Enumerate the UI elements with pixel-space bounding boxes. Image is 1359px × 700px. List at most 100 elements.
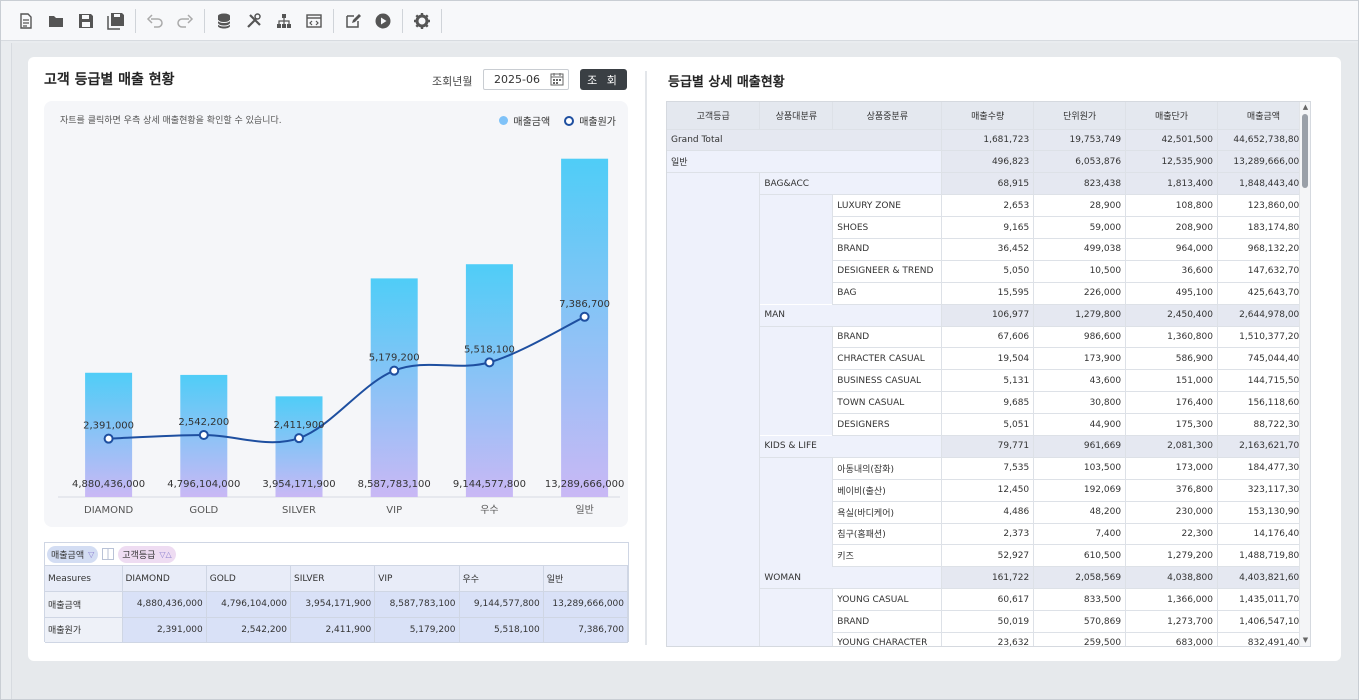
table-row[interactable]: 키즈 52,927 610,500 1,279,200 1,488,719,800 [667, 544, 1310, 568]
database-icon[interactable] [211, 8, 237, 34]
value-cell[interactable]: 4,038,800 [1125, 566, 1218, 590]
label-cell[interactable]: 욕실(바디케어) [832, 501, 943, 524]
label-cell[interactable]: 아동내의(잡화) [832, 457, 943, 480]
value-cell[interactable]: 2,373 [941, 523, 1035, 546]
line-point[interactable] [294, 433, 304, 444]
value-cell[interactable]: 183,174,800 [1217, 216, 1310, 239]
value-cell[interactable]: 106,977 [941, 304, 1035, 327]
value-cell[interactable]: 1,279,200 [1125, 544, 1218, 568]
detail-col-header[interactable]: 상품대분류 [759, 102, 834, 130]
value-cell[interactable]: 1,366,000 [1125, 588, 1218, 612]
value-cell[interactable]: 103,500 [1033, 457, 1127, 480]
pivot-col-header[interactable]: 일반 [543, 566, 629, 592]
value-cell[interactable]: 59,000 [1033, 216, 1127, 239]
value-cell[interactable]: 161,722 [941, 566, 1035, 590]
label-cell[interactable]: KIDS & LIFE [759, 435, 943, 458]
value-cell[interactable]: 961,669 [1033, 435, 1127, 458]
table-row[interactable]: 일반 496,823 6,053,876 12,535,900 13,289,666,0… [667, 150, 1310, 174]
value-cell[interactable]: 1,813,400 [1125, 172, 1218, 196]
value-cell[interactable]: 5,051 [941, 413, 1035, 436]
value-cell[interactable]: 495,100 [1125, 282, 1218, 305]
value-cell[interactable]: 1,360,800 [1125, 326, 1218, 349]
value-cell[interactable]: 2,058,569 [1033, 566, 1127, 590]
value-cell[interactable]: 12,535,900 [1125, 150, 1218, 174]
gear-icon[interactable] [409, 8, 435, 34]
value-cell[interactable]: 208,900 [1125, 216, 1218, 239]
value-cell[interactable]: 610,500 [1033, 544, 1127, 568]
pivot-cell[interactable]: 5,518,100 [459, 617, 544, 643]
value-cell[interactable]: 833,500 [1033, 588, 1127, 612]
table-row[interactable]: Grand Total 1,681,723 19,753,749 42,501,500… [667, 129, 1310, 152]
value-cell[interactable]: 156,118,600 [1217, 391, 1310, 415]
value-cell[interactable]: 2,653 [941, 194, 1035, 218]
value-cell[interactable]: 425,643,700 [1217, 282, 1310, 305]
detail-col-header[interactable]: 매출단가 [1125, 102, 1218, 130]
value-cell[interactable]: 1,488,719,800 [1217, 544, 1310, 568]
pivot-cell[interactable]: 5,179,200 [374, 617, 460, 643]
table-row[interactable]: BRAND 67,606 986,600 1,360,800 1,510,377,200 [667, 326, 1310, 349]
scroll-down-icon[interactable]: ▼ [1301, 636, 1310, 645]
value-cell[interactable]: 13,289,666,000 [1217, 150, 1310, 174]
edit-icon[interactable] [340, 8, 366, 34]
label-cell[interactable]: 키즈 [832, 544, 943, 568]
label-cell[interactable]: WOMAN [759, 566, 943, 590]
value-cell[interactable]: 175,300 [1125, 413, 1218, 436]
value-cell[interactable]: 30,800 [1033, 391, 1127, 415]
value-cell[interactable]: 4,403,821,600 [1217, 566, 1310, 590]
line-point[interactable] [389, 365, 400, 376]
value-cell[interactable]: 376,800 [1125, 479, 1218, 502]
label-cell[interactable]: BRAND [832, 326, 943, 349]
vertical-scrollbar[interactable]: ▲ ▼ [1299, 102, 1310, 646]
value-cell[interactable]: 42,501,500 [1125, 129, 1218, 152]
pivot-cell[interactable]: 2,542,200 [206, 617, 292, 643]
search-button[interactable]: 조 회 [580, 69, 627, 90]
value-cell[interactable]: 173,000 [1125, 457, 1218, 480]
value-cell[interactable]: 1,406,547,100 [1217, 610, 1310, 633]
detail-col-header[interactable]: 매출금액 [1217, 102, 1310, 130]
value-cell[interactable]: 44,900 [1033, 413, 1127, 436]
pivot-cell[interactable]: 13,289,666,000 [543, 591, 629, 618]
pivot-cell[interactable]: 2,391,000 [122, 617, 207, 643]
detail-col-header[interactable]: 상품중분류 [832, 102, 943, 130]
play-icon[interactable] [370, 8, 396, 34]
new-file-icon[interactable] [13, 8, 39, 34]
value-cell[interactable]: 151,000 [1125, 369, 1218, 393]
value-cell[interactable]: 14,176,400 [1217, 523, 1310, 546]
value-cell[interactable]: 6,053,876 [1033, 150, 1127, 174]
label-cell[interactable]: TOWN CASUAL [832, 391, 943, 415]
table-row[interactable]: CHRACTER CASUAL 19,504 173,900 586,900 745,0… [667, 347, 1310, 371]
value-cell[interactable]: 10,500 [1033, 260, 1127, 283]
value-cell[interactable]: 496,823 [941, 150, 1035, 174]
value-cell[interactable]: 9,685 [941, 391, 1035, 415]
value-cell[interactable]: 60,617 [941, 588, 1035, 612]
label-cell[interactable]: DESIGNERS [832, 413, 943, 436]
pivot-col-header[interactable]: DIAMOND [122, 566, 207, 592]
value-cell[interactable]: 7,400 [1033, 523, 1127, 546]
value-cell[interactable]: 19,504 [941, 347, 1035, 371]
pivot-col-header[interactable]: VIP [374, 566, 460, 592]
value-cell[interactable]: 1,435,011,700 [1217, 588, 1310, 612]
pivot-cell[interactable]: 4,796,104,000 [206, 591, 292, 618]
value-cell[interactable]: 964,000 [1125, 238, 1218, 261]
table-row[interactable]: MAN 106,977 1,279,800 2,450,400 2,644,978,00… [667, 304, 1310, 327]
value-cell[interactable]: 52,927 [941, 544, 1035, 568]
value-cell[interactable]: 28,900 [1033, 194, 1127, 218]
value-cell[interactable]: 968,132,200 [1217, 238, 1310, 261]
calendar-icon[interactable] [550, 72, 564, 86]
table-row[interactable]: BRAND 36,452 499,038 964,000 968,132,200 [667, 238, 1310, 261]
value-cell[interactable]: 499,038 [1033, 238, 1127, 261]
bar[interactable] [561, 158, 609, 497]
label-cell[interactable]: MAN [759, 304, 943, 327]
detail-col-header[interactable]: 매출수량 [941, 102, 1035, 130]
value-cell[interactable]: 570,869 [1033, 610, 1127, 633]
dimension-field-chip[interactable]: 고객등급 ▽△ [118, 545, 176, 563]
label-cell[interactable]: DESIGNEER & TREND [832, 260, 943, 283]
layout-icon[interactable] [102, 548, 115, 560]
label-cell[interactable]: 일반 [667, 150, 943, 174]
value-cell[interactable]: 88,722,300 [1217, 413, 1310, 436]
value-cell[interactable]: 9,165 [941, 216, 1035, 239]
save-all-icon[interactable] [103, 8, 129, 34]
value-cell[interactable]: 153,130,900 [1217, 501, 1310, 524]
value-cell[interactable]: 2,644,978,000 [1217, 304, 1310, 327]
value-cell[interactable]: 23,632 [941, 632, 1035, 646]
